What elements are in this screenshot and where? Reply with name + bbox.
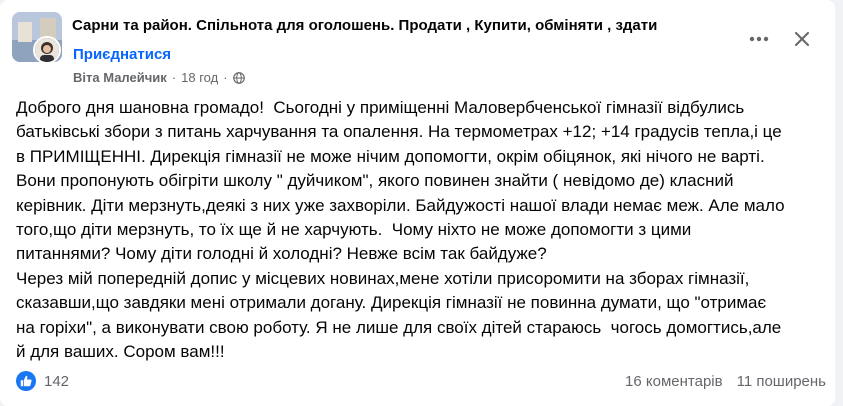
reactions-count[interactable]: 142 — [44, 373, 69, 390]
shares-count[interactable]: 11 поширень — [737, 373, 826, 390]
post-footer: 142 16 коментарів 11 поширень — [16, 368, 826, 396]
post-card: Сарни та район. Спільнота для оголошень.… — [0, 0, 835, 406]
like-icon — [16, 371, 36, 391]
engagement-stats: 16 коментарів 11 поширень — [625, 373, 826, 390]
more-options-button[interactable] — [745, 25, 773, 53]
author-avatar[interactable] — [33, 36, 61, 64]
more-horizontal-icon — [749, 36, 769, 42]
post-text: Доброго дня шановна громадо! Сьогодні у … — [16, 98, 785, 362]
meta-separator: · — [171, 70, 177, 85]
group-name[interactable]: Сарни та район. Спільнота для оголошень.… — [72, 17, 657, 34]
meta-separator-2: · — [223, 70, 228, 85]
author-avatar-image — [35, 38, 59, 62]
post-meta: Віта Малейчик · 18 год · — [73, 70, 245, 85]
reactions-summary[interactable]: 142 — [16, 371, 69, 391]
join-group-link[interactable]: Приєднатися — [73, 46, 171, 63]
comments-count[interactable]: 16 коментарів — [625, 373, 723, 390]
post-time[interactable]: 18 год — [181, 70, 218, 85]
author-name[interactable]: Віта Малейчик — [73, 70, 167, 85]
close-post-button[interactable] — [788, 25, 816, 53]
thumbs-up-icon — [20, 375, 32, 387]
close-icon — [795, 32, 809, 46]
globe-icon — [232, 71, 245, 84]
